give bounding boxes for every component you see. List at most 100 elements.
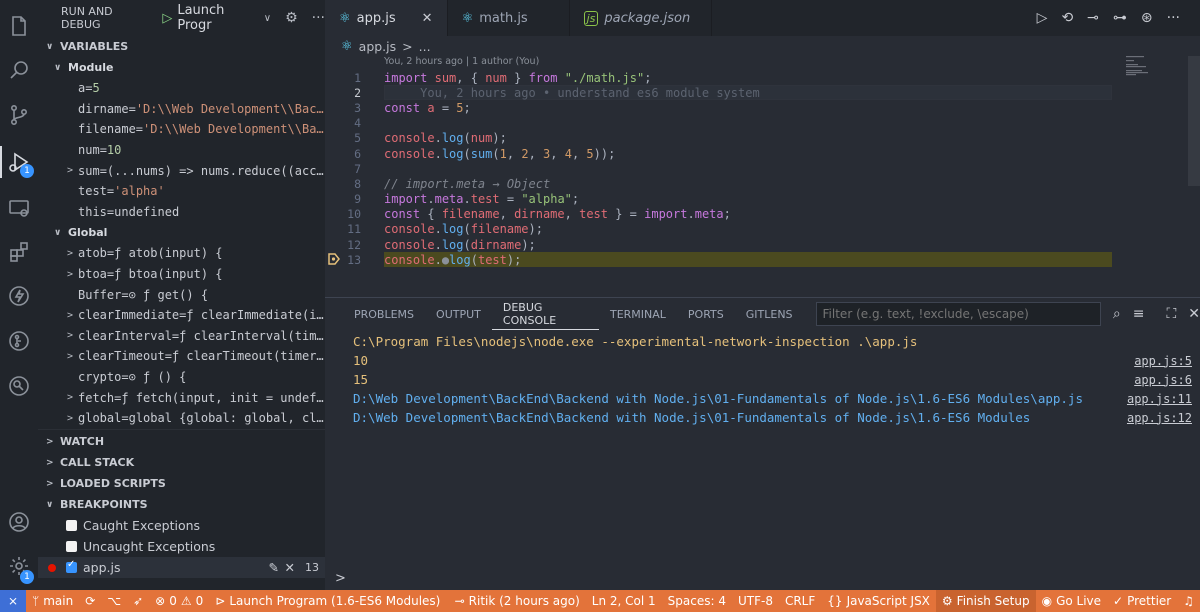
module-scope-header[interactable]: ∨ Module (38, 57, 325, 78)
tab-package-json[interactable]: js package.json (570, 0, 712, 36)
notifications-bell-icon[interactable]: ♫ (1177, 590, 1200, 612)
clear-console-icon[interactable]: ≡ (1133, 306, 1145, 322)
variables-header[interactable]: ∨ VARIABLES (38, 36, 325, 57)
uncaught-exceptions-row[interactable]: Uncaught Exceptions (38, 536, 325, 557)
console-source-link[interactable]: app.js:5 (1134, 354, 1192, 368)
problems-status[interactable]: ⊗ 0 ⚠ 0 (149, 590, 209, 612)
console-source-link[interactable]: app.js:12 (1127, 411, 1192, 425)
console-prompt[interactable]: > (335, 571, 346, 586)
code-editor[interactable]: 1 import sum, { num } from "./math.js"; 2… (325, 70, 1200, 268)
variable-row[interactable]: navigator = ⊙ ƒ () { (38, 429, 325, 430)
tab-debug-console[interactable]: DEBUG CONSOLE (491, 298, 599, 330)
edit-breakpoint-icon[interactable]: ✎ (269, 560, 279, 575)
continue-icon[interactable]: ▷ (1037, 10, 1048, 26)
gitlens-icon[interactable] (0, 321, 38, 361)
gitlens-compare-icon[interactable]: ⊛ (1141, 10, 1153, 26)
tab-gitlens[interactable]: GITLENS (735, 298, 804, 330)
breakpoint-checkbox[interactable] (66, 559, 77, 573)
chevron-right-icon[interactable]: > (62, 165, 78, 176)
thunder-client-icon[interactable] (0, 276, 38, 316)
variable-row[interactable]: dirname = 'D:\\Web Development\\Bac… (38, 99, 325, 120)
variable-row[interactable]: > btoa = ƒ btoa(input) { (38, 264, 325, 285)
global-scope-header[interactable]: ∨ Global (38, 222, 325, 243)
debug-launch-status[interactable]: ⊳ Launch Program (1.6-ES6 Modules) (209, 590, 446, 612)
indentation[interactable]: Spaces: 4 (662, 590, 732, 612)
sync-icon[interactable]: ⟳ (79, 590, 101, 612)
uncaught-exceptions-checkbox[interactable] (66, 541, 77, 552)
settings-gear-icon[interactable]: ⚙ (285, 10, 298, 26)
explorer-icon[interactable] (0, 6, 38, 46)
remote-indicator-icon[interactable]: ⨯ (0, 590, 26, 612)
source-control-icon[interactable] (0, 95, 38, 135)
step-into-icon[interactable]: ⊸ (1087, 10, 1099, 26)
account-icon[interactable] (0, 502, 38, 542)
loaded-scripts-header[interactable]: > LOADED SCRIPTS (38, 473, 325, 494)
watch-header[interactable]: > WATCH (38, 431, 325, 452)
start-debug-icon[interactable]: ▷ (162, 11, 172, 26)
close-panel-icon[interactable]: ✕ (1188, 306, 1200, 322)
launch-config-select[interactable]: ▷ Launch Progr ∨ (162, 3, 271, 33)
close-tab-icon[interactable]: ✕ (422, 11, 433, 26)
caught-exceptions-row[interactable]: Caught Exceptions (38, 515, 325, 536)
tab-ports[interactable]: PORTS (677, 298, 735, 330)
remove-breakpoint-icon[interactable]: ✕ (285, 560, 295, 575)
call-stack-header[interactable]: > CALL STACK (38, 452, 325, 473)
variable-row[interactable]: > atob = ƒ atob(input) { (38, 243, 325, 264)
more-actions-icon[interactable]: ··· (1167, 10, 1180, 26)
manage-gear-icon[interactable]: 1 (0, 546, 38, 586)
prettier-status[interactable]: ✓ Prettier (1107, 590, 1177, 612)
chevron-right-icon[interactable]: > (62, 269, 78, 280)
maximize-panel-icon[interactable]: ⛶ (1166, 306, 1176, 322)
tab-output[interactable]: OUTPUT (425, 298, 492, 330)
console-filter-input[interactable] (815, 302, 1101, 326)
encoding[interactable]: UTF-8 (732, 590, 779, 612)
variable-row[interactable]: filename = 'D:\\Web Development\\Ba… (38, 119, 325, 140)
caught-exceptions-checkbox[interactable] (66, 520, 77, 531)
chevron-right-icon[interactable]: > (62, 330, 78, 341)
breakpoints-header[interactable]: ∨ BREAKPOINTS (38, 494, 325, 515)
variable-row[interactable]: test = 'alpha' (38, 181, 325, 202)
finish-setup[interactable]: ⚙ Finish Setup (935, 590, 1036, 612)
search-icon[interactable] (0, 50, 38, 90)
step-over-icon[interactable]: ⟲ (1061, 10, 1073, 26)
editor-scrollbar[interactable] (1188, 56, 1200, 186)
tab-problems[interactable]: PROBLEMS (343, 298, 425, 330)
more-actions-icon[interactable]: ··· (312, 10, 325, 26)
breakpoint-row[interactable]: app.js ✎ ✕ 13 (38, 557, 325, 578)
tab-terminal[interactable]: TERMINAL (599, 298, 677, 330)
git-graph-icon[interactable] (0, 366, 38, 406)
console-source-link[interactable]: app.js:11 (1127, 392, 1192, 406)
minimap[interactable] (1126, 56, 1186, 96)
variable-row[interactable]: > fetch = ƒ fetch(input, init = undef… (38, 387, 325, 408)
remote-explorer-icon[interactable] (0, 188, 38, 228)
go-live[interactable]: ◉ Go Live (1036, 590, 1107, 612)
blame-status[interactable]: ⊸ Ritik (2 hours ago) (449, 590, 586, 612)
variable-row[interactable]: this = undefined (38, 202, 325, 223)
language-mode[interactable]: {} JavaScript JSX (821, 590, 936, 612)
chevron-right-icon[interactable]: > (62, 413, 78, 424)
chevron-right-icon[interactable]: > (62, 392, 78, 403)
step-out-icon[interactable]: ⊶ (1113, 10, 1127, 26)
tab-math-js[interactable]: ⚛ math.js (448, 0, 570, 36)
breadcrumb-file[interactable]: app.js (359, 39, 397, 54)
variable-row[interactable]: > clearInterval = ƒ clearInterval(tim… (38, 326, 325, 347)
branch-status[interactable]: ᛘ main (26, 590, 79, 612)
chevron-right-icon[interactable]: > (62, 248, 78, 259)
variable-row[interactable]: > clearTimeout = ƒ clearTimeout(timer… (38, 346, 325, 367)
variable-row[interactable]: crypto = ⊙ ƒ () { (38, 367, 325, 388)
chevron-right-icon[interactable]: > (62, 310, 78, 321)
variable-row[interactable]: > global = global {global: global, cl… (38, 408, 325, 429)
line-ending[interactable]: CRLF (779, 590, 821, 612)
variable-row[interactable]: > sum = (...nums) => nums.reduce((acc… (38, 160, 325, 181)
search-icon[interactable]: ⌕ (1113, 306, 1121, 322)
extensions-icon[interactable] (0, 232, 38, 272)
variable-row[interactable]: > clearImmediate = ƒ clearImmediate(i… (38, 305, 325, 326)
variable-row[interactable]: a = 5 (38, 78, 325, 99)
codelens-blame[interactable]: You, 2 hours ago | 1 author (You) (325, 56, 1200, 70)
rocket-icon[interactable]: ➶ (127, 590, 149, 612)
console-source-link[interactable]: app.js:6 (1134, 373, 1192, 387)
variable-row[interactable]: Buffer = ⊙ ƒ get() { (38, 284, 325, 305)
git-graph-status-icon[interactable]: ⌥ (101, 590, 127, 612)
cursor-position[interactable]: Ln 2, Col 1 (586, 590, 662, 612)
breadcrumb-more[interactable]: ... (419, 39, 431, 54)
